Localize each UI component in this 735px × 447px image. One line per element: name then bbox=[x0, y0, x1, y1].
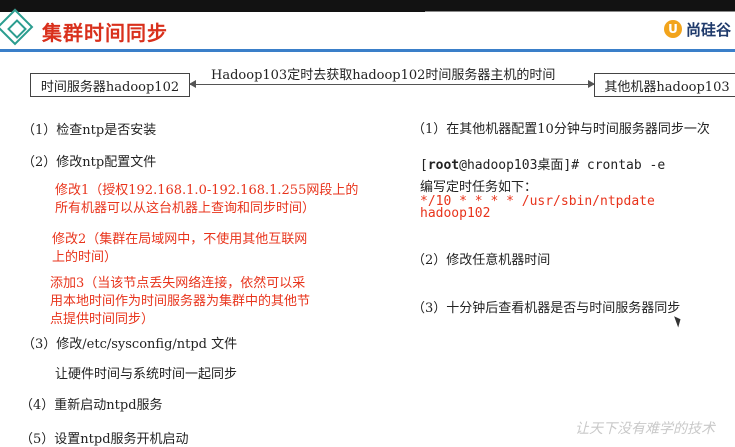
mod1-line1: 修改1（授权192.168.1.0-192.168.1.255网段上的 bbox=[55, 183, 359, 198]
time-server-box: 时间服务器hadoop102 bbox=[30, 73, 190, 97]
right-step-1: （1）在其他机器配置10分钟与时间服务器同步一次 bbox=[412, 122, 710, 137]
mouse-cursor-icon bbox=[674, 314, 683, 328]
cmd-bracket: [ bbox=[420, 158, 428, 173]
add3-line1: 添加3（当该节点丢失网络连接，依然可以采 bbox=[50, 276, 306, 291]
slide-title: 集群时间同步 bbox=[42, 21, 168, 45]
add3-line2: 用本地时间作为时间服务器为集群中的其他节 bbox=[50, 294, 311, 309]
right-step-3: （3）十分钟后查看机器是否与时间服务器同步 bbox=[412, 301, 681, 316]
brand-text: 尚硅谷 bbox=[686, 20, 732, 39]
mod1-line2: 所有机器可以从这台机器上查询和同步时间） bbox=[55, 201, 316, 216]
cron-host: hadoop102 bbox=[420, 206, 491, 221]
cmd-note: 编写定时任务如下： bbox=[420, 180, 538, 195]
right-step-2: （2）修改任意机器时间 bbox=[412, 253, 551, 268]
cmd-user: root bbox=[427, 158, 460, 173]
brand-logo: U 尚硅谷 bbox=[664, 18, 731, 40]
mod2-line1: 修改2（集群在局域网中，不使用其他互联网 bbox=[52, 232, 308, 247]
brand-mark-icon: U bbox=[664, 20, 682, 38]
header-rule bbox=[0, 49, 735, 52]
top-bar bbox=[0, 0, 735, 13]
double-arrow-icon bbox=[189, 80, 595, 88]
cmd-host: @hadoop103桌面]# crontab -e bbox=[459, 158, 666, 173]
left-step-3-desc: 让硬件时间与系统时间一起同步 bbox=[55, 367, 238, 382]
watermark: 让天下没有难学的技术 bbox=[575, 421, 715, 437]
left-step-5: （5）设置ntpd服务开机启动 bbox=[20, 432, 189, 447]
left-step-2: （2）修改ntp配置文件 bbox=[22, 155, 157, 170]
arrow-label: Hadoop103定时去获取hadoop102时间服务器主机的时间 bbox=[211, 68, 556, 83]
left-step-3: （3）修改/etc/sysconfig/ntpd 文件 bbox=[22, 337, 238, 352]
left-step-1: （1）检查ntp是否安装 bbox=[22, 123, 157, 138]
command-line: [root@hadoop103桌面]# crontab -e bbox=[420, 154, 665, 173]
left-step-4: （4）重新启动ntpd服务 bbox=[20, 398, 163, 413]
add3-line3: 点提供时间同步） bbox=[50, 312, 155, 327]
other-machine-box: 其他机器hadoop103 bbox=[594, 73, 735, 97]
mod2-line2: 上的时间） bbox=[52, 250, 118, 265]
